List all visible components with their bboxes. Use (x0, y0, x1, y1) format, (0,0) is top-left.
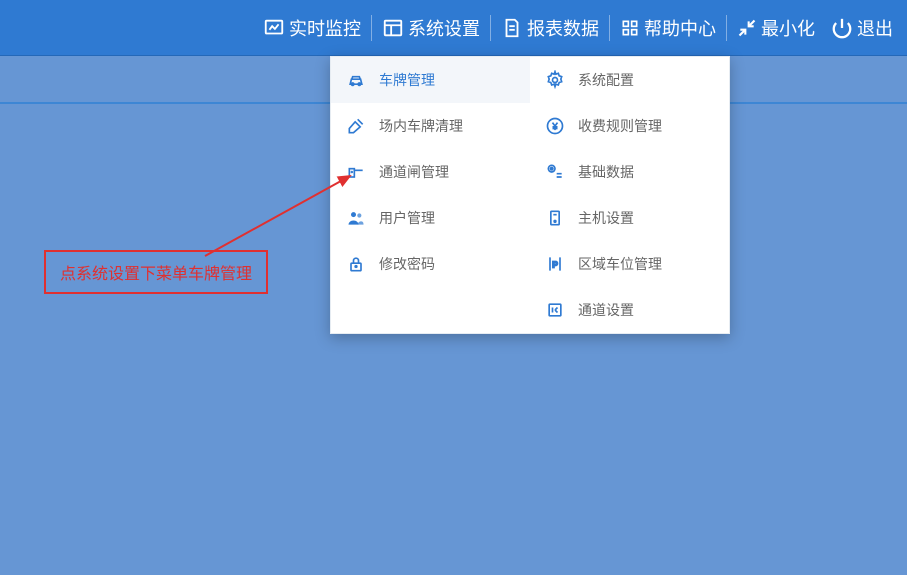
nav-settings[interactable]: 系统设置 (374, 9, 488, 47)
menu-parking-zones[interactable]: P 区域车位管理 (530, 241, 729, 287)
lock-icon (345, 253, 367, 275)
car-icon (345, 69, 367, 91)
menu-label: 车牌管理 (379, 70, 435, 90)
apps-icon (620, 18, 640, 38)
menu-gate-management[interactable]: 通道闸管理 (331, 149, 530, 195)
nav-exit[interactable]: 退出 (823, 9, 901, 47)
annotation-text: 点系统设置下菜单车牌管理 (60, 266, 252, 283)
menu-fee-rules[interactable]: 收费规则管理 (530, 103, 729, 149)
menu-label: 用户管理 (379, 208, 435, 228)
settings-dropdown: 车牌管理 场内车牌清理 通道闸管理 用户管理 (330, 56, 730, 334)
nav-monitor[interactable]: 实时监控 (255, 9, 369, 47)
yen-icon (544, 115, 566, 137)
nav-minimize-label: 最小化 (761, 15, 815, 41)
nav-settings-label: 系统设置 (408, 15, 480, 41)
top-navigation: 实时监控 系统设置 报表数据 帮助中心 最小化 退出 (0, 0, 907, 56)
menu-system-config[interactable]: 系统配置 (530, 57, 729, 103)
users-icon (345, 207, 367, 229)
svg-text:P: P (552, 259, 558, 269)
menu-user-management[interactable]: 用户管理 (331, 195, 530, 241)
menu-label: 场内车牌清理 (379, 116, 463, 136)
menu-channel-settings[interactable]: 通道设置 (530, 287, 729, 333)
nav-divider (371, 15, 372, 41)
menu-label: 主机设置 (578, 208, 634, 228)
annotation-callout: 点系统设置下菜单车牌管理 (44, 250, 268, 294)
document-icon (501, 17, 523, 39)
menu-label: 通道闸管理 (379, 162, 449, 182)
nav-divider (490, 15, 491, 41)
channel-icon (544, 299, 566, 321)
gear-icon (544, 69, 566, 91)
content-area: 车牌管理 场内车牌清理 通道闸管理 用户管理 (0, 104, 907, 575)
menu-label: 修改密码 (379, 254, 435, 274)
dropdown-left-column: 车牌管理 场内车牌清理 通道闸管理 用户管理 (331, 57, 530, 333)
menu-change-password[interactable]: 修改密码 (331, 241, 530, 287)
server-icon (544, 207, 566, 229)
nav-divider (726, 15, 727, 41)
menu-host-settings[interactable]: 主机设置 (530, 195, 729, 241)
nav-help-label: 帮助中心 (644, 15, 716, 41)
menu-label: 通道设置 (578, 300, 634, 320)
minimize-icon (737, 18, 757, 38)
power-icon (831, 17, 853, 39)
menu-label: 基础数据 (578, 162, 634, 182)
menu-label: 系统配置 (578, 70, 634, 90)
menu-plate-management[interactable]: 车牌管理 (331, 57, 530, 103)
settings-layout-icon (382, 17, 404, 39)
settings-gear-icon (544, 161, 566, 183)
parking-icon: P (544, 253, 566, 275)
gate-icon (345, 161, 367, 183)
dropdown-right-column: 系统配置 收费规则管理 基础数据 主机设置 (530, 57, 729, 333)
nav-reports-label: 报表数据 (527, 15, 599, 41)
menu-label: 区域车位管理 (578, 254, 662, 274)
menu-plate-cleanup[interactable]: 场内车牌清理 (331, 103, 530, 149)
nav-minimize[interactable]: 最小化 (729, 9, 823, 47)
nav-exit-label: 退出 (857, 15, 893, 41)
menu-basic-data[interactable]: 基础数据 (530, 149, 729, 195)
nav-divider (609, 15, 610, 41)
nav-reports[interactable]: 报表数据 (493, 9, 607, 47)
monitor-icon (263, 17, 285, 39)
nav-monitor-label: 实时监控 (289, 15, 361, 41)
nav-help[interactable]: 帮助中心 (612, 9, 724, 47)
broom-icon (345, 115, 367, 137)
menu-label: 收费规则管理 (578, 116, 662, 136)
